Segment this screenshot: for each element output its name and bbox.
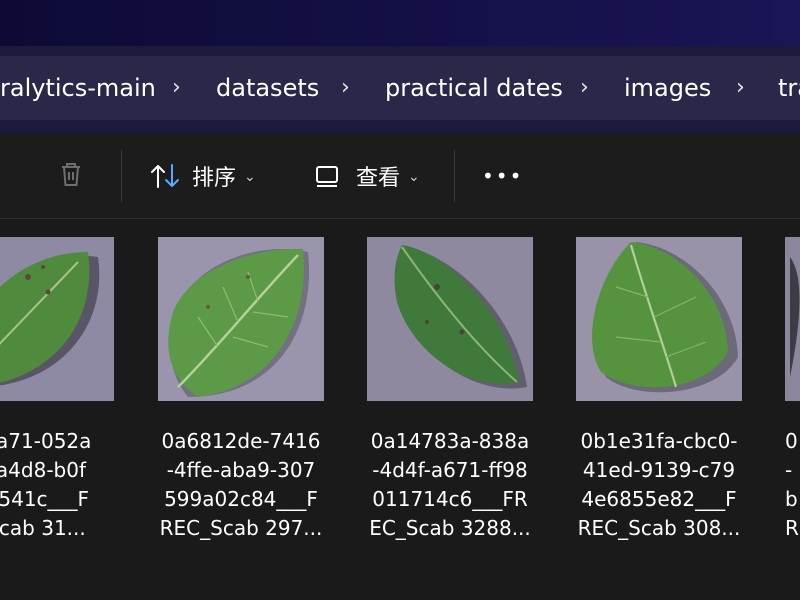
sort-label: 排序 [192, 166, 237, 191]
sort-icon [148, 161, 182, 191]
chevron-right-icon[interactable]: › [736, 56, 745, 120]
view-icon [314, 163, 340, 189]
window-title-bar [0, 0, 800, 46]
trash-icon [56, 159, 86, 193]
delete-button[interactable] [56, 134, 86, 218]
sort-button[interactable]: 排序 ⌄ [148, 134, 256, 218]
file-name: 59a71-052a9-a4d8-b0f75541c___F_Scab 31..… [0, 429, 92, 540]
chevron-right-icon[interactable]: › [341, 56, 350, 120]
image-thumbnail [785, 237, 800, 401]
chevron-down-icon: ⌄ [408, 169, 420, 185]
view-button[interactable]: 查看 ⌄ [314, 134, 420, 218]
image-thumbnail [576, 237, 742, 401]
file-name: 0a6812de-7416 -4ffe-aba9-307 599a02c84___F… [159, 429, 323, 540]
file-grid: 59a71-052a9-a4d8-b0f75541c___F_Scab 31..… [0, 219, 800, 600]
image-thumbnail [158, 237, 324, 401]
toolbar-divider [454, 150, 455, 202]
file-name: 0b1e31fa-cbc0- 41ed-9139-c79 4e6855e82___F… [577, 429, 741, 540]
chevron-right-icon[interactable]: › [172, 56, 181, 120]
more-icon: ••• [482, 164, 524, 188]
image-thumbnail [367, 237, 533, 401]
file-name: 0-bR [785, 429, 799, 540]
breadcrumb-item-train[interactable]: tra [778, 56, 800, 120]
toolbar-divider [121, 150, 122, 202]
chevron-right-icon[interactable]: › [580, 56, 589, 120]
more-options-button[interactable]: ••• [482, 134, 523, 218]
file-name: 0a14783a-838a -4d4f-a671-ff98 011714c6___F… [369, 429, 531, 540]
breadcrumb-item-practical-dates[interactable]: practical dates [385, 56, 563, 120]
breadcrumb-item-project[interactable]: ralytics-main [0, 56, 156, 120]
breadcrumb-item-datasets[interactable]: datasets [216, 56, 319, 120]
breadcrumb-item-images[interactable]: images [624, 56, 711, 120]
chevron-down-icon: ⌄ [244, 169, 256, 185]
view-label: 查看 [356, 166, 401, 191]
command-toolbar: 排序 ⌄ 查看 ⌄ ••• [0, 134, 800, 219]
breadcrumb[interactable]: ralytics-main › datasets › practical dat… [0, 56, 800, 120]
image-thumbnail [0, 237, 114, 401]
address-bar-region: ralytics-main › datasets › practical dat… [0, 46, 800, 134]
